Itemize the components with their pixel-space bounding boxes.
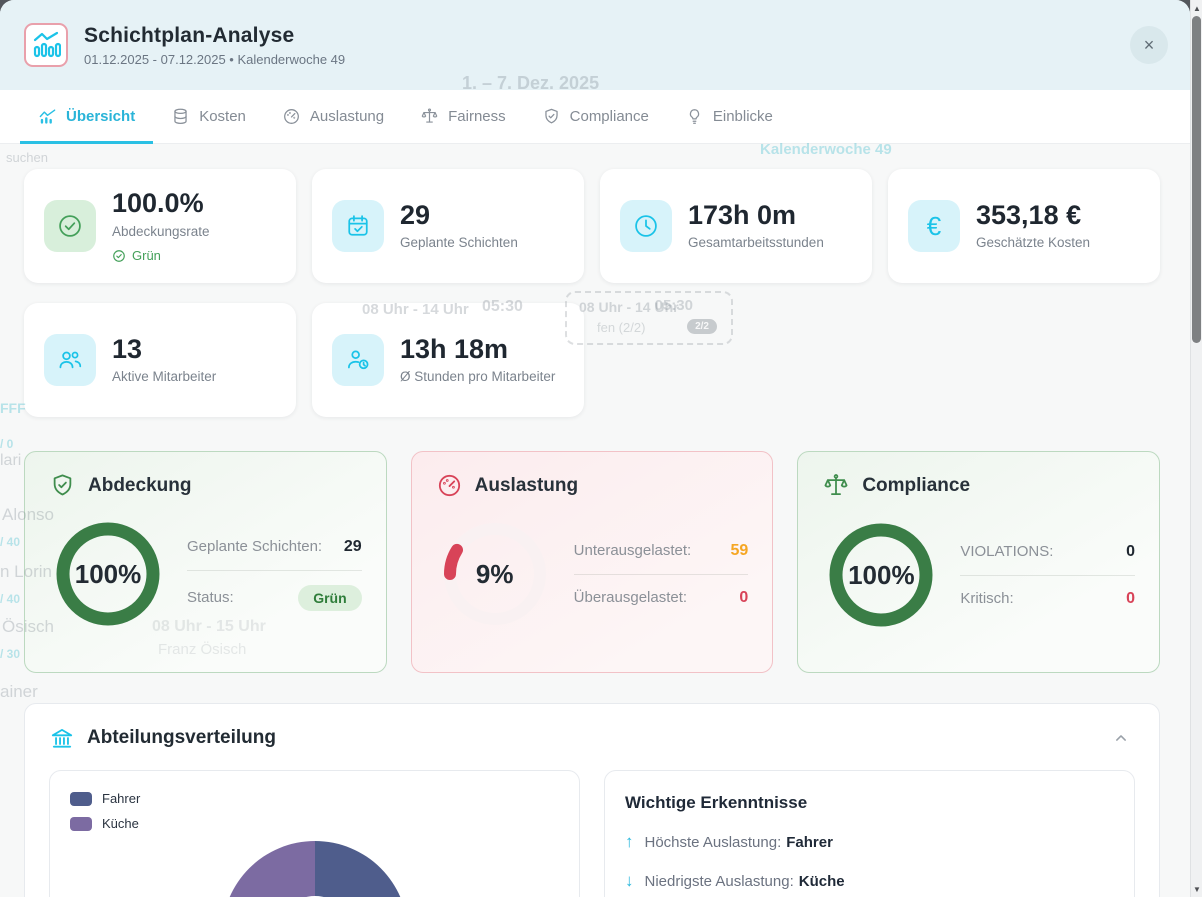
tab-uebersicht[interactable]: Übersicht bbox=[20, 90, 153, 143]
collapse-button[interactable] bbox=[1107, 724, 1135, 752]
stat-value: 13h 18m bbox=[400, 335, 555, 365]
tab-fairness[interactable]: Fairness bbox=[402, 90, 524, 143]
modal-header: Schichtplan-Analyse 01.12.2025 - 07.12.2… bbox=[0, 0, 1190, 90]
stat-card-abdeckungsrate: 100.0% Abdeckungsrate Grün bbox=[24, 169, 296, 283]
clock-icon bbox=[620, 200, 672, 252]
stats-grid: 100.0% Abdeckungsrate Grün bbox=[24, 169, 1160, 417]
insight-highest: ↑ Höchste Auslastung:Fahrer bbox=[625, 832, 1114, 852]
stat-label: Geplante Schichten bbox=[400, 234, 518, 252]
metric-value: 0 bbox=[739, 589, 748, 607]
arrow-up-icon: ↑ bbox=[625, 832, 634, 852]
stat-card-stunden-pro-mitarbeiter: 13h 18m Ø Stunden pro Mitarbeiter bbox=[312, 303, 584, 417]
donut-percent: 9% bbox=[436, 515, 554, 633]
insights-card: Wichtige Erkenntnisse ↑ Höchste Auslastu… bbox=[604, 770, 1135, 897]
database-icon bbox=[171, 107, 190, 126]
metric-label: Überausgelastet: bbox=[574, 589, 687, 606]
arrow-down-icon: ↓ bbox=[625, 871, 634, 891]
metric-value: 0 bbox=[1126, 590, 1135, 608]
scroll-up-arrow[interactable]: ▲ bbox=[1191, 1, 1202, 15]
scrollbar[interactable]: ▲ ▼ bbox=[1190, 0, 1202, 897]
screen: Schichtplan-Analyse 01.12.2025 - 07.12.2… bbox=[0, 0, 1202, 897]
stat-label: Abdeckungsrate bbox=[112, 223, 210, 241]
tab-auslastung[interactable]: Auslastung bbox=[264, 90, 402, 143]
insights-title: Wichtige Erkenntnisse bbox=[625, 793, 1114, 813]
stat-value: 100.0% bbox=[112, 189, 210, 219]
stat-value: 13 bbox=[112, 335, 216, 365]
tab-bar: Übersicht Kosten Auslastung bbox=[0, 90, 1190, 144]
users-icon bbox=[44, 334, 96, 386]
metric-label: Kritisch: bbox=[960, 590, 1013, 607]
page-title: Schichtplan-Analyse bbox=[84, 24, 345, 48]
check-circle-icon bbox=[112, 249, 126, 263]
check-circle-icon bbox=[44, 200, 96, 252]
panel-title: Compliance bbox=[862, 475, 970, 497]
stat-value: 173h 0m bbox=[688, 201, 824, 231]
status-pill: Grün bbox=[298, 585, 361, 611]
abdeckung-donut: 100% bbox=[49, 515, 167, 633]
stat-card-gesamtstunden: 173h 0m Gesamtarbeitsstunden bbox=[600, 169, 872, 283]
legend-swatch bbox=[70, 817, 92, 831]
auslastung-donut: 9% bbox=[436, 515, 554, 633]
donut-percent: 100% bbox=[49, 515, 167, 633]
chevron-up-icon bbox=[1111, 728, 1131, 748]
department-chart-card: Fahrer Küche bbox=[49, 770, 580, 897]
analysis-modal: Schichtplan-Analyse 01.12.2025 - 07.12.2… bbox=[0, 0, 1190, 897]
metric-label: Unterausgelastet: bbox=[574, 542, 692, 559]
section-title: Abteilungsverteilung bbox=[87, 727, 276, 749]
metric-value: 59 bbox=[731, 542, 749, 560]
shield-icon bbox=[542, 107, 561, 126]
stat-label: Ø Stunden pro Mitarbeiter bbox=[400, 368, 555, 386]
kpi-panels: Abdeckung 100% Geplante Schichten: 29 bbox=[24, 451, 1160, 673]
metric-value: 0 bbox=[1126, 543, 1135, 561]
tab-compliance[interactable]: Compliance bbox=[524, 90, 667, 143]
insight-lowest: ↓ Niedrigste Auslastung:Küche bbox=[625, 871, 1114, 891]
legend-item-kueche: Küche bbox=[70, 816, 559, 831]
stat-value: 353,18 € bbox=[976, 201, 1090, 231]
tab-einblicke[interactable]: Einblicke bbox=[667, 90, 791, 143]
bank-icon bbox=[49, 725, 75, 751]
panel-abdeckung: Abdeckung 100% Geplante Schichten: 29 bbox=[24, 451, 387, 673]
panel-auslastung: Auslastung 9% Unterausgelastet: bbox=[411, 451, 774, 673]
chart-icon bbox=[38, 107, 57, 126]
panel-title: Abdeckung bbox=[88, 475, 191, 497]
metric-label: Geplante Schichten: bbox=[187, 538, 322, 555]
stat-card-kosten: € 353,18 € Geschätzte Kosten bbox=[888, 169, 1160, 283]
stat-card-aktive-mitarbeiter: 13 Aktive Mitarbeiter bbox=[24, 303, 296, 417]
department-donut-chart bbox=[222, 841, 408, 897]
date-range-subtitle: 01.12.2025 - 07.12.2025 • Kalenderwoche … bbox=[84, 52, 345, 67]
stat-label: Gesamtarbeitsstunden bbox=[688, 234, 824, 252]
shield-check-icon bbox=[49, 472, 76, 499]
scrollbar-thumb[interactable] bbox=[1192, 16, 1201, 343]
close-button[interactable]: × bbox=[1130, 26, 1168, 64]
bulb-icon bbox=[685, 107, 704, 126]
scroll-down-arrow[interactable]: ▼ bbox=[1191, 882, 1202, 896]
stat-label: Aktive Mitarbeiter bbox=[112, 368, 216, 386]
calendar-check-icon bbox=[332, 200, 384, 252]
gauge-icon bbox=[282, 107, 301, 126]
gauge-icon bbox=[436, 472, 463, 499]
user-clock-icon bbox=[332, 334, 384, 386]
analysis-chart-icon bbox=[24, 23, 68, 67]
stat-value: 29 bbox=[400, 201, 518, 231]
euro-icon: € bbox=[908, 200, 960, 252]
legend-swatch bbox=[70, 792, 92, 806]
section-abteilungsverteilung: Abteilungsverteilung Fahrer bbox=[24, 703, 1160, 897]
compliance-donut: 100% bbox=[822, 516, 940, 634]
panel-title: Auslastung bbox=[475, 475, 578, 497]
stat-label: Geschätzte Kosten bbox=[976, 234, 1090, 252]
legend-item-fahrer: Fahrer bbox=[70, 791, 559, 806]
tab-kosten[interactable]: Kosten bbox=[153, 90, 264, 143]
scale-icon bbox=[822, 472, 850, 500]
donut-percent: 100% bbox=[822, 516, 940, 634]
modal-body: 100.0% Abdeckungsrate Grün bbox=[0, 144, 1190, 897]
stat-card-geplante-schichten: 29 Geplante Schichten bbox=[312, 169, 584, 283]
header-text: Schichtplan-Analyse 01.12.2025 - 07.12.2… bbox=[84, 24, 345, 67]
metric-label: Status: bbox=[187, 589, 234, 606]
panel-compliance: Compliance 100% VIOLATIONS: 0 bbox=[797, 451, 1160, 673]
close-icon: × bbox=[1144, 35, 1155, 55]
metric-value: 29 bbox=[344, 538, 362, 556]
scale-icon bbox=[420, 107, 439, 126]
status-badge: Grün bbox=[112, 248, 210, 263]
metric-label: VIOLATIONS: bbox=[960, 543, 1053, 560]
